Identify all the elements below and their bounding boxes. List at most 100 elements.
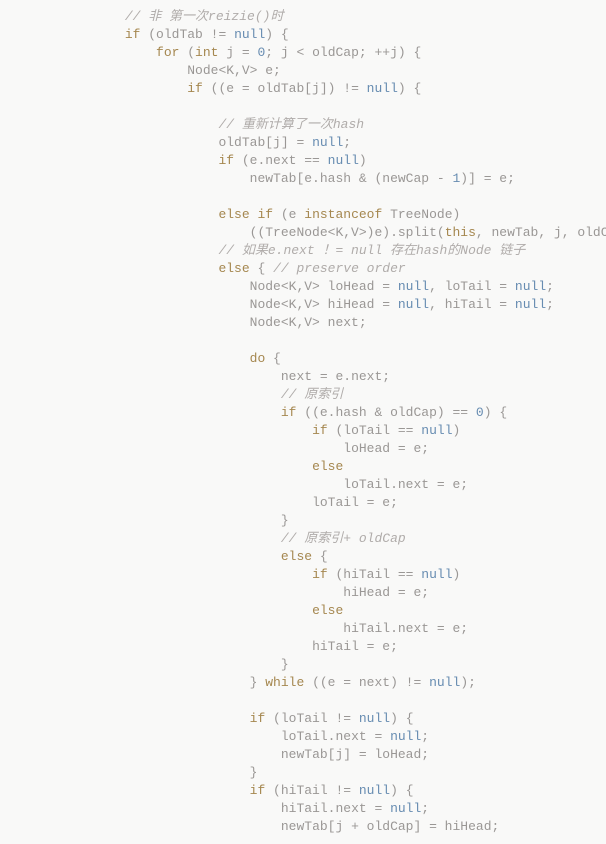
code-line: } bbox=[0, 512, 606, 530]
code-line: // 非 第一次reizie()时 bbox=[0, 8, 606, 26]
token-kwn: null bbox=[359, 711, 390, 726]
token-pn: (loTail == bbox=[328, 423, 422, 438]
code-line bbox=[0, 692, 606, 710]
token-pn: } bbox=[281, 657, 289, 672]
token-kw: else bbox=[312, 459, 343, 474]
token-pn: ((e.hash & oldCap) == bbox=[296, 405, 475, 420]
token-id: , hiTail = bbox=[429, 297, 515, 312]
code-line: else if (e instanceof TreeNode) bbox=[0, 206, 606, 224]
token-cm: // 非 第一次reizie()时 bbox=[125, 9, 284, 24]
token-kw: if bbox=[281, 405, 297, 420]
token-kw: else if bbox=[218, 207, 273, 222]
token-pn: ; bbox=[421, 729, 429, 744]
code-line: Node<K,V> next; bbox=[0, 314, 606, 332]
code-line: // 重新计算了一次hash bbox=[0, 116, 606, 134]
code-line: newTab[e.hash & (newCap - 1)] = e; bbox=[0, 170, 606, 188]
code-line: next = e.next; bbox=[0, 368, 606, 386]
token-kwn: null bbox=[234, 27, 265, 42]
token-id: hiTail.next = bbox=[281, 801, 390, 816]
token-id: , newTab, j, oldCap); bbox=[476, 225, 606, 240]
token-kwn: null bbox=[328, 153, 359, 168]
token-pn: (e bbox=[273, 207, 304, 222]
token-id: newTab[e.hash & (newCap - bbox=[250, 171, 453, 186]
token-pn: ; bbox=[546, 279, 554, 294]
code-line: newTab[j] = loHead; bbox=[0, 746, 606, 764]
token-pn: { bbox=[265, 351, 281, 366]
token-pn: ) { bbox=[484, 405, 507, 420]
code-line: // 原索引 bbox=[0, 386, 606, 404]
token-cm: // 重新计算了一次hash bbox=[218, 117, 364, 132]
token-kwn: null bbox=[429, 675, 460, 690]
code-line: if ((e = oldTab[j]) != null) { bbox=[0, 80, 606, 98]
token-pn bbox=[62, 333, 70, 348]
token-num: 0 bbox=[476, 405, 484, 420]
token-cm: // preserve order bbox=[273, 261, 406, 276]
token-kwn: null bbox=[398, 279, 429, 294]
token-id: next = e.next; bbox=[281, 369, 390, 384]
token-pn: } bbox=[281, 513, 289, 528]
code-line: if (e.next == null) bbox=[0, 152, 606, 170]
code-line: loTail.next = null; bbox=[0, 728, 606, 746]
code-line: oldTab[j] = null; bbox=[0, 134, 606, 152]
code-line: } while ((e = next) != null); bbox=[0, 674, 606, 692]
token-pn: TreeNode) bbox=[382, 207, 460, 222]
token-kw: this bbox=[445, 225, 476, 240]
code-line: hiTail.next = e; bbox=[0, 620, 606, 638]
token-id: , loTail = bbox=[429, 279, 515, 294]
token-pn bbox=[62, 99, 70, 114]
token-kw: int bbox=[195, 45, 218, 60]
code-line: } bbox=[0, 656, 606, 674]
token-pn: ; bbox=[343, 135, 351, 150]
token-kw: if bbox=[250, 711, 266, 726]
token-pn: ((e = next) != bbox=[304, 675, 429, 690]
token-kw: else bbox=[312, 603, 343, 618]
code-line bbox=[0, 332, 606, 350]
token-pn bbox=[62, 693, 70, 708]
code-line: Node<K,V> e; bbox=[0, 62, 606, 80]
code-line: else { // preserve order bbox=[0, 260, 606, 278]
code-line: if (hiTail != null) { bbox=[0, 782, 606, 800]
token-kw: instanceof bbox=[304, 207, 382, 222]
token-kwn: null bbox=[515, 297, 546, 312]
token-pn: ) bbox=[453, 423, 461, 438]
token-id: loHead = e; bbox=[343, 441, 429, 456]
code-line: hiTail.next = null; bbox=[0, 800, 606, 818]
code-line: if (oldTab != null) { bbox=[0, 26, 606, 44]
token-kwn: null bbox=[312, 135, 343, 150]
token-kw: if bbox=[218, 153, 234, 168]
token-pn: ; j < oldCap; ++j) { bbox=[265, 45, 421, 60]
token-pn: ( bbox=[179, 45, 195, 60]
token-pn: (e.next == bbox=[234, 153, 328, 168]
token-pn: ) bbox=[359, 153, 367, 168]
token-pn: ) { bbox=[398, 81, 421, 96]
code-line: else bbox=[0, 458, 606, 476]
token-pn: (hiTail != bbox=[265, 783, 359, 798]
token-id: Node<K,V> e; bbox=[187, 63, 281, 78]
token-kwn: null bbox=[390, 729, 421, 744]
code-line: if ((e.hash & oldCap) == 0) { bbox=[0, 404, 606, 422]
token-kw: else bbox=[281, 549, 312, 564]
token-id: newTab[j] = loHead; bbox=[281, 747, 429, 762]
code-line: newTab[j + oldCap] = hiHead; bbox=[0, 818, 606, 836]
token-pn: j = bbox=[218, 45, 257, 60]
token-kwn: null bbox=[390, 801, 421, 816]
code-line: do { bbox=[0, 350, 606, 368]
code-line: // 如果e.next ！= null 存在hash的Node 链子 bbox=[0, 242, 606, 260]
token-kw: if bbox=[312, 423, 328, 438]
code-line bbox=[0, 188, 606, 206]
code-line: hiHead = e; bbox=[0, 584, 606, 602]
token-id: hiHead = e; bbox=[343, 585, 429, 600]
token-kwn: null bbox=[421, 423, 452, 438]
token-pn: ); bbox=[460, 675, 476, 690]
token-kw: else bbox=[218, 261, 249, 276]
token-kw: if bbox=[250, 783, 266, 798]
token-pn bbox=[62, 189, 70, 204]
token-id: Node<K,V> hiHead = bbox=[250, 297, 398, 312]
token-kw: for bbox=[156, 45, 179, 60]
token-pn: ; bbox=[546, 297, 554, 312]
token-pn: ; bbox=[421, 801, 429, 816]
token-kw: while bbox=[265, 675, 304, 690]
token-kwn: null bbox=[398, 297, 429, 312]
token-id: loTail.next = bbox=[281, 729, 390, 744]
token-pn: ) { bbox=[265, 27, 288, 42]
